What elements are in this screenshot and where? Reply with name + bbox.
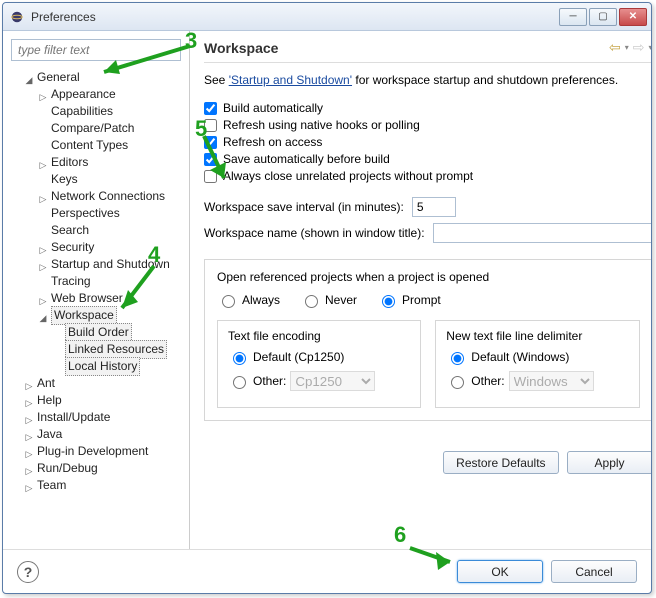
radio-prompt[interactable]: Prompt xyxy=(377,292,441,308)
tree-item[interactable]: Search xyxy=(51,222,89,239)
check-refresh-native[interactable]: Refresh using native hooks or polling xyxy=(204,118,651,132)
chevron-right-icon[interactable]: ▷ xyxy=(23,395,35,407)
check-close-unrelated[interactable]: Always close unrelated projects without … xyxy=(204,169,651,183)
back-menu-icon[interactable]: ▾ xyxy=(625,43,629,52)
tree-item[interactable]: Java xyxy=(37,426,62,443)
intro-text: See 'Startup and Shutdown' for workspace… xyxy=(204,73,651,87)
delimiter-title: New text file line delimiter xyxy=(446,329,628,343)
tree-item[interactable]: Capabilities xyxy=(51,103,113,120)
save-interval-label: Workspace save interval (in minutes): xyxy=(204,200,404,214)
minimize-button[interactable]: ─ xyxy=(559,8,587,26)
chevron-right-icon[interactable]: ▷ xyxy=(23,446,35,458)
tree-item[interactable]: Run/Debug xyxy=(37,460,98,477)
save-interval-input[interactable] xyxy=(412,197,456,217)
encoding-title: Text file encoding xyxy=(228,329,410,343)
sidebar: ◢General ▷AppearanceCapabilitiesCompare/… xyxy=(3,31,190,549)
encoding-group: Text file encoding Default (Cp1250) Othe… xyxy=(217,320,421,408)
window-title: Preferences xyxy=(31,10,559,24)
tree-item[interactable]: Startup and Shutdown xyxy=(51,256,170,273)
filter-input[interactable] xyxy=(11,39,181,61)
open-referenced-label: Open referenced projects when a project … xyxy=(217,270,640,284)
chevron-down-icon[interactable]: ◢ xyxy=(23,72,35,84)
tree-item[interactable]: Content Types xyxy=(51,137,128,154)
encoding-default[interactable]: Default (Cp1250) xyxy=(228,349,410,365)
open-referenced-group: Open referenced projects when a project … xyxy=(204,259,651,421)
workspace-name-input[interactable] xyxy=(433,223,651,243)
eclipse-icon xyxy=(9,9,25,25)
tree-item[interactable]: Web Browser xyxy=(51,290,123,307)
tree-item[interactable]: Ant xyxy=(37,375,55,392)
back-icon[interactable]: ⇦ xyxy=(609,39,621,56)
chevron-right-icon[interactable]: ▷ xyxy=(37,293,49,305)
chevron-right-icon[interactable]: ▷ xyxy=(37,191,49,203)
chevron-down-icon[interactable]: ◢ xyxy=(37,310,49,322)
footer: ? OK Cancel xyxy=(3,549,651,593)
tree-item-general[interactable]: General xyxy=(37,69,80,86)
tree-item[interactable]: Install/Update xyxy=(37,409,110,426)
chevron-right-icon[interactable]: ▷ xyxy=(37,157,49,169)
radio-never[interactable]: Never xyxy=(300,292,357,308)
chevron-right-icon[interactable]: ▷ xyxy=(23,463,35,475)
encoding-select: Cp1250 xyxy=(290,371,375,391)
check-build-automatically[interactable]: Build automatically xyxy=(204,101,651,115)
settings-page: Workspace ⇦ ▾ ⇨ ▾ See 'Startup and Shutdow… xyxy=(190,31,651,549)
tree-item[interactable]: Security xyxy=(51,239,94,256)
cancel-button[interactable]: Cancel xyxy=(551,560,637,583)
preferences-window: Preferences ─ ▢ ✕ ◢General ▷AppearanceCa… xyxy=(2,2,652,594)
tree-item[interactable]: Plug-in Development xyxy=(37,443,148,460)
chevron-right-icon[interactable]: ▷ xyxy=(23,429,35,441)
startup-shutdown-link[interactable]: 'Startup and Shutdown' xyxy=(229,73,352,87)
tree-item[interactable]: Local History xyxy=(65,357,140,376)
check-refresh-access[interactable]: Refresh on access xyxy=(204,135,651,149)
restore-defaults-button[interactable]: Restore Defaults xyxy=(443,451,558,474)
close-button[interactable]: ✕ xyxy=(619,8,647,26)
tree-item[interactable]: Appearance xyxy=(51,86,116,103)
page-title: Workspace xyxy=(204,40,609,56)
radio-always[interactable]: Always xyxy=(217,292,280,308)
tree-item[interactable]: Help xyxy=(37,392,62,409)
delimiter-group: New text file line delimiter Default (Wi… xyxy=(435,320,639,408)
chevron-right-icon[interactable]: ▷ xyxy=(37,242,49,254)
content-area: ◢General ▷AppearanceCapabilitiesCompare/… xyxy=(3,31,651,549)
chevron-right-icon[interactable]: ▷ xyxy=(37,89,49,101)
chevron-right-icon[interactable]: ▷ xyxy=(23,480,35,492)
tree-item[interactable]: Tracing xyxy=(51,273,91,290)
tree-item[interactable]: Compare/Patch xyxy=(51,120,134,137)
forward-menu-icon[interactable]: ▾ xyxy=(649,43,651,52)
encoding-other[interactable]: Other: Cp1250 xyxy=(228,371,410,391)
chevron-right-icon[interactable]: ▷ xyxy=(37,259,49,271)
delimiter-default[interactable]: Default (Windows) xyxy=(446,349,628,365)
tree-item[interactable]: Perspectives xyxy=(51,205,120,222)
delimiter-select: Windows xyxy=(509,371,594,391)
delimiter-other[interactable]: Other: Windows xyxy=(446,371,628,391)
tree-item[interactable]: Keys xyxy=(51,171,78,188)
titlebar[interactable]: Preferences ─ ▢ ✕ xyxy=(3,3,651,31)
apply-button[interactable]: Apply xyxy=(567,451,651,474)
preferences-tree[interactable]: ◢General ▷AppearanceCapabilitiesCompare/… xyxy=(7,69,185,543)
workspace-name-label: Workspace name (shown in window title): xyxy=(204,226,425,240)
help-icon[interactable]: ? xyxy=(17,561,39,583)
tree-item[interactable]: Network Connections xyxy=(51,188,165,205)
tree-item[interactable]: Team xyxy=(37,477,66,494)
maximize-button[interactable]: ▢ xyxy=(589,8,617,26)
tree-item[interactable]: Editors xyxy=(51,154,88,171)
check-save-before-build[interactable]: Save automatically before build xyxy=(204,152,651,166)
chevron-right-icon[interactable]: ▷ xyxy=(23,412,35,424)
ok-button[interactable]: OK xyxy=(457,560,543,583)
chevron-right-icon[interactable]: ▷ xyxy=(23,378,35,390)
forward-icon: ⇨ xyxy=(633,39,645,56)
nav-arrows: ⇦ ▾ ⇨ ▾ xyxy=(609,39,651,56)
